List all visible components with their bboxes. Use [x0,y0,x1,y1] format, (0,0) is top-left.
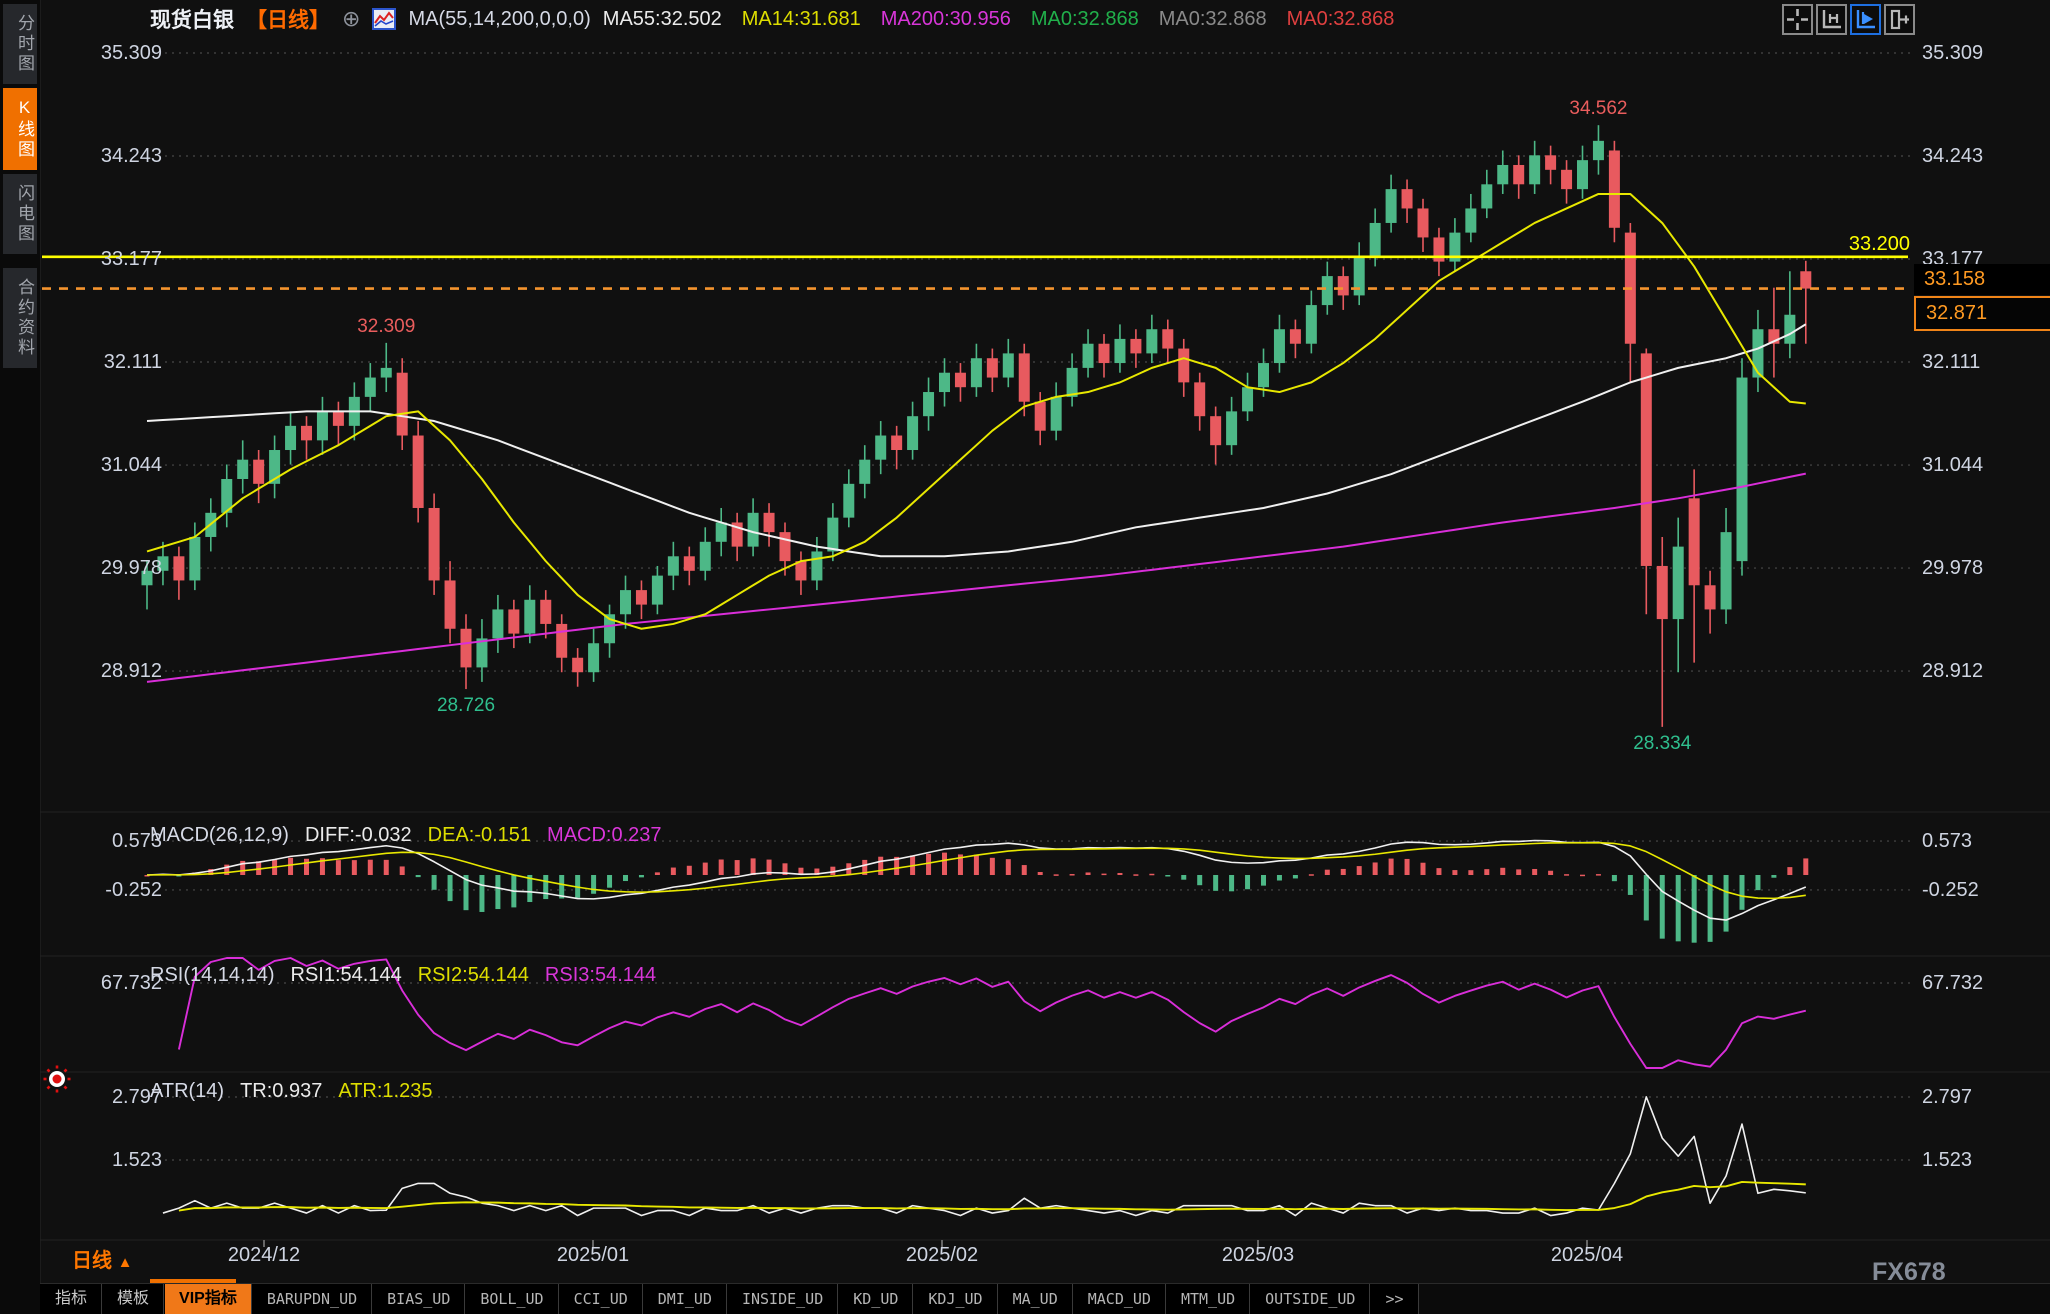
rsi-panel-header: RSI(14,14,14) RSI1:54.144 RSI2:54.144 RSI3:… [150,964,656,987]
date-axis-label: 2024/12 [204,1244,324,1267]
price-tick-label: 34.243 [1922,145,2042,168]
alert-line-price-label: 33.200 [1803,233,1910,256]
tab-overflow-more[interactable]: >> [1370,1284,1418,1314]
price-tick-label: 29.978 [1922,557,2042,580]
tab-11[interactable]: KDJ_UD [913,1284,997,1314]
trading-terminal: 分时图K线图闪电图合约资料 现货白银 【日线】 ⊕ MA(55,14,200,0… [0,0,2050,1314]
macd-value-readout: DIFF:-0.032 [305,824,412,847]
price-annotation: 34.562 [1543,98,1653,120]
atr-panel-header: ATR(14) TR:0.937 ATR:1.235 [150,1080,432,1103]
tab-1[interactable]: 指标 [40,1284,102,1314]
macd-panel-header: MACD(26,12,9) DIFF:-0.032 DEA:-0.151 MACD:0… [150,824,662,847]
atr-panel-title: ATR(14) [150,1080,224,1103]
rsi-panel-title: RSI(14,14,14) [150,964,275,987]
price-tick-label: 28.912 [1922,660,2042,683]
price-annotation: 28.334 [1607,733,1717,755]
price-tick-label: 29.978 [70,557,162,580]
ma-readouts: MA55:32.502 MA14:31.681 MA200:30.956 MA0:32… [603,8,1395,31]
price-tick-label: 35.309 [70,42,162,65]
chart-toolbar [1782,4,1915,35]
rsi-value-readout: RSI2:54.144 [418,964,529,987]
price-tick-label: 31.044 [1922,454,2042,477]
indicator-tick-label: 2.797 [1922,1086,2042,1109]
indicator-tick-label: 0.573 [1922,830,2042,853]
tab-6[interactable]: BOLL_UD [465,1284,558,1314]
atr-value-readout: ATR:1.235 [338,1080,432,1103]
price-tick-label: 32.111 [1922,351,2042,374]
rsi-value-readout: RSI1:54.144 [291,964,402,987]
tab-9[interactable]: INSIDE_UD [727,1284,838,1314]
live-marker-icon[interactable] [42,1064,72,1094]
last-price-box: 32.871 [1914,296,2050,331]
indicator-tick-label: 1.523 [70,1149,162,1172]
indicator-tick-label: 0.573 [70,830,162,853]
tab-7[interactable]: CCI_UD [559,1284,643,1314]
price-annotation: 32.309 [331,316,441,338]
tab-5[interactable]: BIAS_UD [372,1284,465,1314]
axis-scale-icon[interactable] [1816,4,1847,35]
tab-12[interactable]: MA_UD [998,1284,1073,1314]
macd-panel-title: MACD(26,12,9) [150,824,289,847]
ma-value-readout: MA0:32.868 [1031,8,1139,31]
axis-autoscale-icon[interactable] [1850,4,1881,35]
tab-15[interactable]: OUTSIDE_UD [1250,1284,1370,1314]
period-selector[interactable]: 日线 ▲ [72,1244,132,1273]
indicator-tick-label: -0.252 [1922,879,2042,902]
indicator-thumbnail-icon[interactable] [372,8,396,30]
chart-header: 现货白银 【日线】 ⊕ MA(55,14,200,0,0,0) MA55:32.… [150,6,1394,32]
macd-value-readout: MACD:0.237 [547,824,662,847]
indicator-tick-label: 1.523 [1922,1149,2042,1172]
price-tick-label: 28.912 [70,660,162,683]
indicator-tab-bar: 指标模板VIP指标BARUPDN_UDBIAS_UDBOLL_UDCCI_UDD… [40,1283,2050,1314]
period-tag: 【日线】 [246,4,330,34]
date-axis-label: 2025/03 [1198,1244,1318,1267]
atr-value-readout: TR:0.937 [240,1080,322,1103]
tab-10[interactable]: KD_UD [838,1284,913,1314]
symbol-title: 现货白银 [150,4,234,34]
date-axis-label: 2025/02 [882,1244,1002,1267]
tab-14[interactable]: MTM_UD [1166,1284,1250,1314]
price-tick-label: 34.243 [70,145,162,168]
detach-window-icon[interactable] [1884,4,1915,35]
price-tick-label: 32.111 [70,351,162,374]
ma-value-readout: MA14:31.681 [742,8,861,31]
rsi-value-readout: RSI3:54.144 [545,964,656,987]
macd-value-readout: DEA:-0.151 [428,824,531,847]
tab-8[interactable]: DMI_UD [643,1284,727,1314]
indicator-tick-label: 67.732 [70,972,162,995]
price-tick-label: 31.044 [70,454,162,477]
triangle-up-icon: ▲ [118,1254,133,1271]
ma-value-readout: MA0:32.868 [1159,8,1267,31]
indicator-tick-label: -0.252 [70,879,162,902]
tab-13[interactable]: MACD_UD [1073,1284,1166,1314]
price-tick-label: 35.309 [1922,42,2042,65]
move-crosshair-icon[interactable] [1782,4,1813,35]
ma-value-readout: MA200:30.956 [881,8,1011,31]
ma-value-readout: MA55:32.502 [603,8,722,31]
price-tick-label: 33.177 [70,248,162,271]
ma-value-readout: MA0:32.868 [1287,8,1395,31]
price-box-upper: 33.158 [1914,264,2050,295]
tab-2[interactable]: 模板 [102,1284,164,1314]
price-annotation: 28.726 [411,695,521,717]
date-axis-label: 2025/04 [1527,1244,1647,1267]
indicator-tick-label: 2.797 [70,1086,162,1109]
indicator-tick-label: 67.732 [1922,972,2042,995]
tab-4[interactable]: BARUPDN_UD [252,1284,372,1314]
circled-plus-icon[interactable]: ⊕ [342,8,360,30]
ma-settings-label: MA(55,14,200,0,0,0) [408,8,590,31]
chart-canvas[interactable] [0,0,2050,1314]
tab-3[interactable]: VIP指标 [164,1284,252,1314]
date-axis-label: 2025/01 [533,1244,653,1267]
